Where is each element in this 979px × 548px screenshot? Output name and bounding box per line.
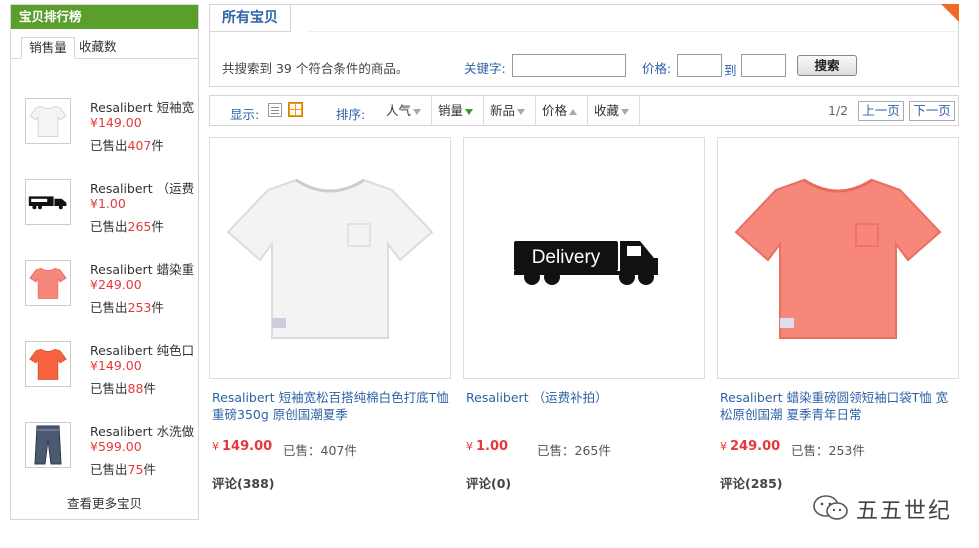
ranking-list: Resalibert 短袖宽 ¥149.00 已售出407件 Resaliber… xyxy=(11,89,198,494)
ranking-sidebar: 宝贝排行榜 销售量 收藏数 Resalibert 短袖宽 ¥149.00 已售出… xyxy=(10,4,199,520)
comments-link[interactable]: 评论(0) xyxy=(466,473,511,492)
sidebar-tabs: 销售量 收藏数 xyxy=(11,29,198,59)
result-count: 共搜索到 39 个符合条件的商品。 xyxy=(222,61,409,76)
divider xyxy=(309,31,958,32)
jeans-icon xyxy=(34,425,62,465)
product-price: ¥149.00 xyxy=(90,115,142,130)
sold-count: 已售出88件 xyxy=(90,381,156,396)
search-button[interactable]: 搜索 xyxy=(797,55,857,76)
product-thumbnail[interactable] xyxy=(25,422,71,468)
list-item[interactable]: Resalibert （运费 ¥1.00 已售出265件 xyxy=(11,170,198,251)
product-image[interactable] xyxy=(717,137,959,379)
product-thumbnail[interactable] xyxy=(25,341,71,387)
tshirt-pink-icon xyxy=(29,267,67,299)
display-label: 显示: xyxy=(230,107,260,122)
product-price: ¥599.00 xyxy=(90,439,142,454)
keyword-input[interactable] xyxy=(512,54,626,77)
product-name[interactable]: Resalibert 纯色口 xyxy=(90,340,195,359)
product-name[interactable]: Resalibert 短袖宽 xyxy=(90,97,195,116)
page-indicator: 1/2 xyxy=(828,103,849,118)
next-page-button[interactable]: 下一页 xyxy=(909,101,955,121)
price-to-label: 到 xyxy=(724,63,737,78)
product-price: ¥149.00 xyxy=(90,358,142,373)
sidebar-title: 宝贝排行榜 xyxy=(11,5,198,29)
wechat-icon xyxy=(813,495,848,520)
watermark-text: 五五世纪 xyxy=(856,499,953,524)
sort-sales[interactable]: 销量 xyxy=(431,96,479,125)
arrow-down-icon xyxy=(413,108,422,115)
comments-link[interactable]: 评论(285) xyxy=(720,473,783,492)
product-title-link[interactable]: Resalibert 蜡染重磅圆领短袖口袋T恤 宽松原创国潮 夏季青年日常 xyxy=(720,389,958,423)
keyword-label: 关键字: xyxy=(464,61,506,76)
search-row: 共搜索到 39 个符合条件的商品。 关键字: 价格: 到 搜索 xyxy=(222,54,952,80)
page-title[interactable]: 所有宝贝 xyxy=(210,5,291,32)
view-more-link[interactable]: 查看更多宝贝 xyxy=(11,493,198,512)
delivery-text: Delivery xyxy=(532,247,601,268)
product-name[interactable]: Resalibert 蜡染重 xyxy=(90,259,195,278)
product-thumbnail[interactable] xyxy=(25,98,71,144)
tshirt-pink-icon xyxy=(734,178,942,339)
product-image[interactable] xyxy=(209,137,451,379)
price-min-input[interactable] xyxy=(677,54,722,77)
list-item[interactable]: Resalibert 纯色口 ¥149.00 已售出88件 xyxy=(11,332,198,413)
product-title-link[interactable]: Resalibert （运费补拍） xyxy=(466,389,704,406)
sold-count: 已售：407件 xyxy=(283,443,357,458)
sort-newest[interactable]: 新品 xyxy=(483,96,531,125)
sold-count: 已售出265件 xyxy=(90,219,164,234)
sold-count: 已售出75件 xyxy=(90,462,156,477)
list-item[interactable]: Resalibert 蜡染重 ¥249.00 已售出253件 xyxy=(11,251,198,332)
sort-favorites[interactable]: 收藏 xyxy=(587,96,635,125)
product-thumbnail[interactable] xyxy=(25,179,71,225)
arrow-up-icon xyxy=(569,108,578,115)
list-view-icon[interactable] xyxy=(268,103,282,117)
list-item[interactable]: Resalibert 短袖宽 ¥149.00 已售出407件 xyxy=(11,89,198,170)
sort-price[interactable]: 价格 xyxy=(535,96,583,125)
tab-sales[interactable]: 销售量 xyxy=(21,37,75,59)
sold-count: 已售：253件 xyxy=(791,443,865,458)
product-price: ¥249.00 xyxy=(720,439,781,454)
arrow-down-icon xyxy=(517,108,526,115)
sort-label: 排序: xyxy=(336,107,366,122)
sold-count: 已售：265件 xyxy=(537,443,611,458)
corner-flag-icon xyxy=(941,4,959,22)
grid-view-icon[interactable] xyxy=(288,102,303,117)
sort-toolbar: 显示: 排序: 人气 销量 新品 价格 收藏 1/2 上一页 下一页 xyxy=(209,95,959,126)
product-name[interactable]: Resalibert （运费 xyxy=(90,178,195,197)
truck-icon xyxy=(28,196,67,210)
prev-page-button[interactable]: 上一页 xyxy=(858,101,904,121)
sort-popularity[interactable]: 人气 xyxy=(380,96,427,125)
price-label: 价格: xyxy=(642,61,672,76)
product-name[interactable]: Resalibert 水洗做 xyxy=(90,421,195,440)
product-price: ¥1.00 xyxy=(466,439,509,454)
list-item[interactable]: Resalibert 水洗做 ¥599.00 已售出75件 xyxy=(11,413,198,494)
arrow-down-icon xyxy=(621,108,630,115)
tab-favorites[interactable]: 收藏数 xyxy=(73,37,123,59)
comments-link[interactable]: 评论(388) xyxy=(212,473,275,492)
product-price: ¥1.00 xyxy=(90,196,126,211)
product-price: ¥149.00 xyxy=(212,439,273,454)
watermark: 五五世纪 xyxy=(812,492,962,524)
search-panel: 所有宝贝 共搜索到 39 个符合条件的商品。 关键字: 价格: 到 搜索 xyxy=(209,4,959,87)
product-thumbnail[interactable] xyxy=(25,260,71,306)
sold-count: 已售出407件 xyxy=(90,138,164,153)
tshirt-white-icon xyxy=(226,178,434,339)
price-max-input[interactable] xyxy=(741,54,786,77)
sold-count: 已售出253件 xyxy=(90,300,164,315)
tshirt-orange-icon xyxy=(29,348,67,380)
arrow-down-icon xyxy=(465,108,474,115)
delivery-truck-icon: Delivery xyxy=(514,241,658,285)
product-image[interactable]: Delivery xyxy=(463,137,705,379)
tshirt-white-icon xyxy=(29,105,67,137)
product-title-link[interactable]: Resalibert 短袖宽松百搭纯棉白色打底T恤重磅350g 原创国潮夏季 xyxy=(212,389,450,423)
product-price: ¥249.00 xyxy=(90,277,142,292)
